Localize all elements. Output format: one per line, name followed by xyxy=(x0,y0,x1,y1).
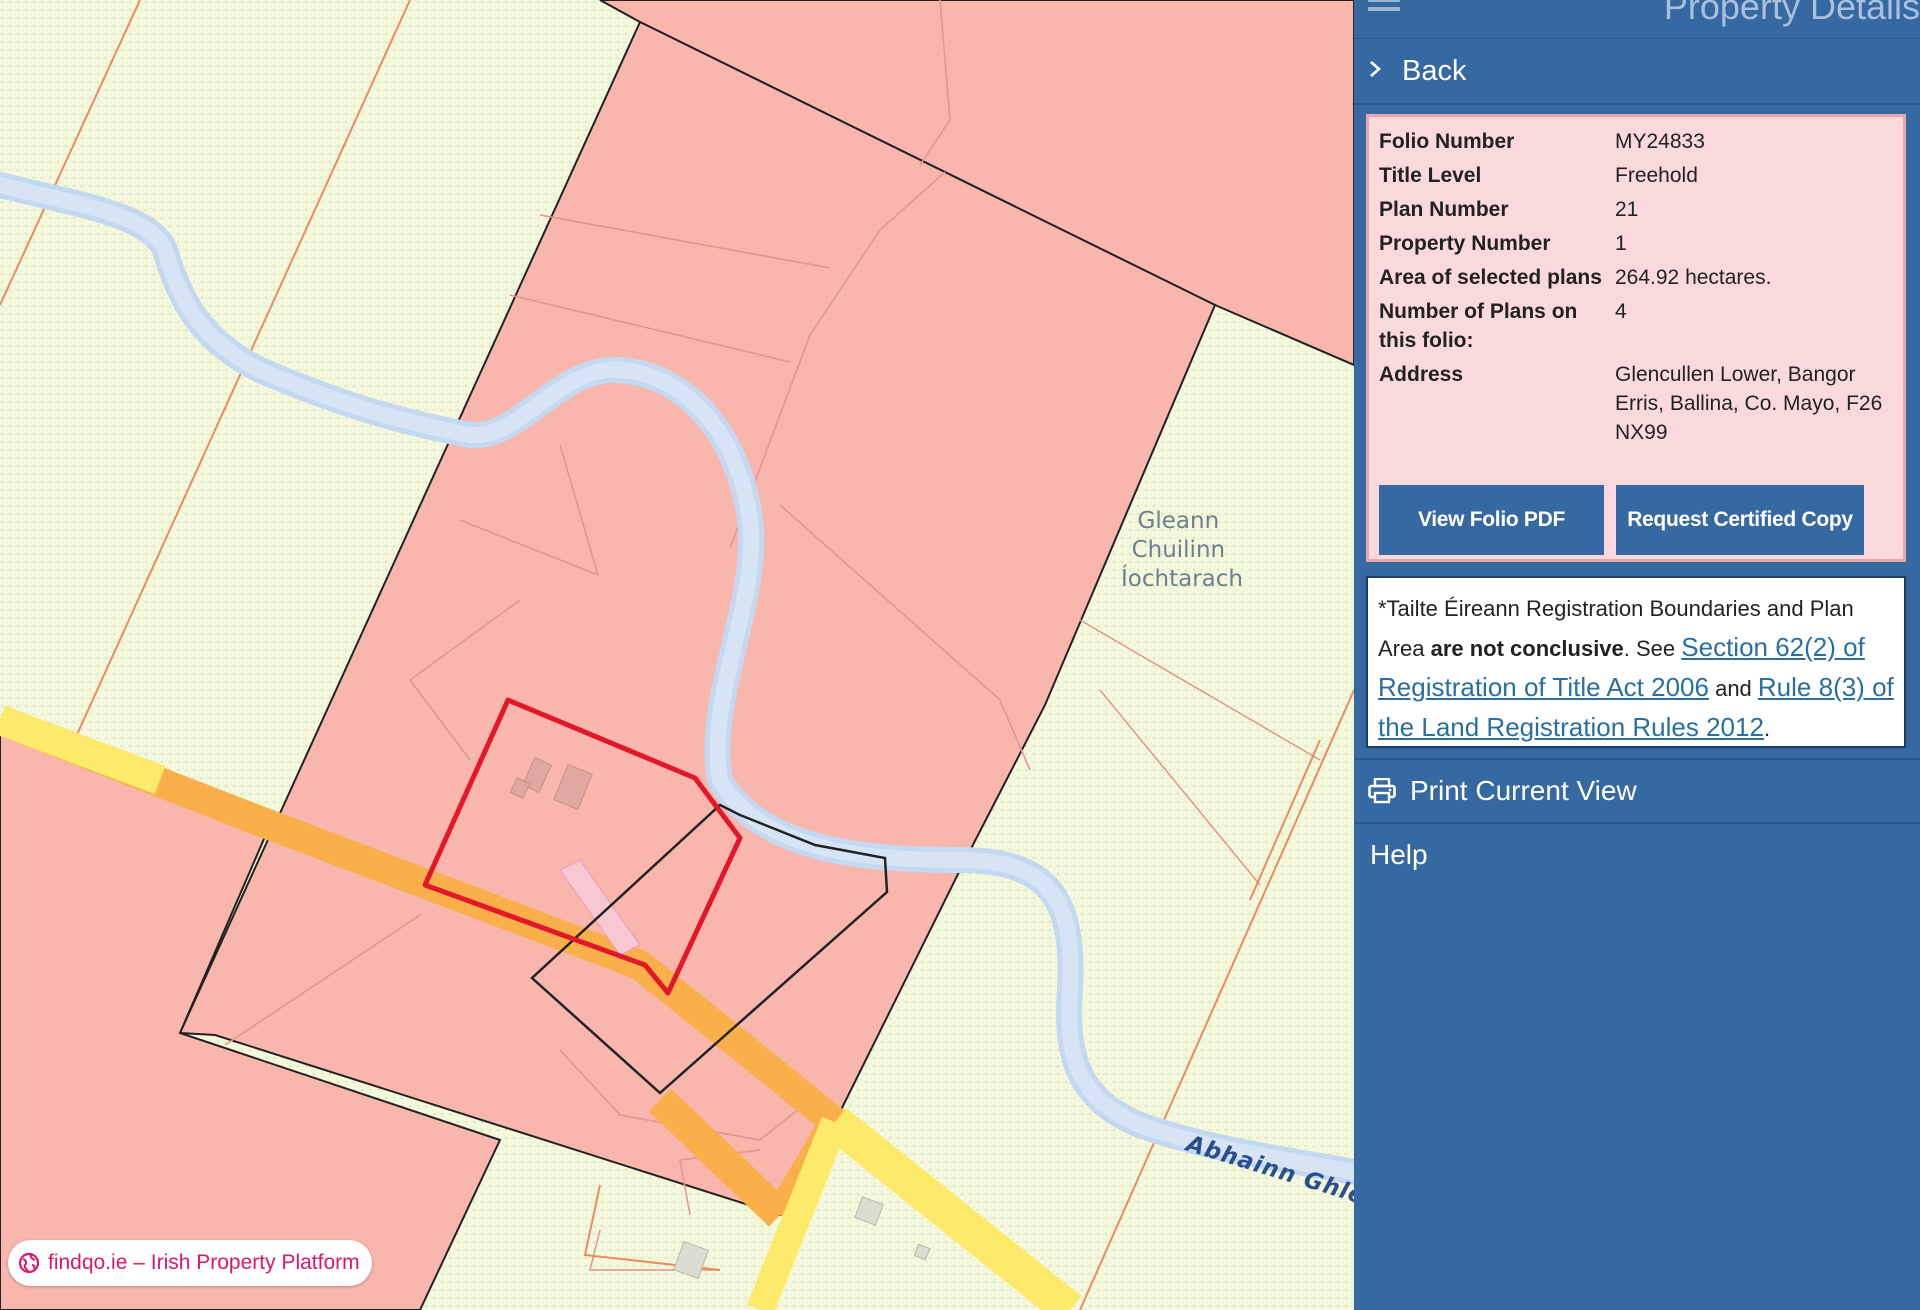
back-label: Back xyxy=(1402,54,1467,87)
map-canvas[interactable]: Gleann Chuilinn Íochtarach Abhainn Ghle xyxy=(0,0,1354,1310)
detail-plan-number: Plan Number 21 xyxy=(1379,195,1893,224)
detail-key: Address xyxy=(1379,363,1464,386)
detail-key: Title Level xyxy=(1379,164,1482,187)
detail-value: 264.92 hectares. xyxy=(1615,266,1772,289)
hamburger-menu-icon[interactable] xyxy=(1368,0,1400,20)
help-menu-item[interactable]: Help xyxy=(1354,822,1920,886)
detail-key: Number of Plans on this folio: xyxy=(1379,300,1578,352)
panel-topbar: Property Details xyxy=(1354,0,1920,39)
detail-area: Area of selected plans 264.92 hectares. xyxy=(1379,263,1893,292)
print-label: Print Current View xyxy=(1410,775,1637,806)
badge-text: findqo.ie – Irish Property Platform xyxy=(48,1251,360,1274)
detail-key: Folio Number xyxy=(1379,130,1515,153)
print-current-view-button[interactable]: Print Current View xyxy=(1354,758,1920,822)
panel-title: Property Details xyxy=(1663,0,1920,27)
detail-number-of-plans: Number of Plans on this folio: 4 xyxy=(1379,297,1893,355)
disclaimer-text: . xyxy=(1763,716,1771,741)
detail-value: 4 xyxy=(1615,300,1627,323)
disclaimer-text: and xyxy=(1708,676,1758,701)
detail-title-level: Title Level Freehold xyxy=(1379,161,1893,190)
back-button[interactable]: Back xyxy=(1354,39,1920,105)
disclaimer-emphasis: are not conclusive xyxy=(1430,636,1624,661)
map-view[interactable]: Gleann Chuilinn Íochtarach Abhainn Ghle xyxy=(0,0,1354,1310)
help-label: Help xyxy=(1370,839,1428,870)
request-certified-copy-button[interactable]: Request Certified Copy xyxy=(1616,485,1864,555)
disclaimer-text: . See xyxy=(1623,636,1682,661)
place-label: Gleann Chuilinn Íochtarach xyxy=(1121,508,1243,592)
detail-property-number: Property Number 1 xyxy=(1379,229,1893,258)
folio-actions: View Folio PDF Request Certified Copy xyxy=(1379,485,1864,555)
detail-value: Freehold xyxy=(1615,164,1698,187)
folio-details-box: Folio Number MY24833 Title Level Freehol… xyxy=(1366,114,1906,562)
detail-key: Area of selected plans xyxy=(1379,266,1602,289)
detail-value: MY24833 xyxy=(1615,130,1705,153)
view-folio-pdf-button[interactable]: View Folio PDF xyxy=(1379,485,1604,555)
detail-key: Plan Number xyxy=(1379,198,1509,221)
chevron-right-icon xyxy=(1368,56,1390,86)
detail-folio-number: Folio Number MY24833 xyxy=(1379,127,1893,156)
property-details-panel: Property Details Back Folio Number MY248… xyxy=(1354,0,1920,1310)
detail-value: 21 xyxy=(1615,198,1639,221)
detail-key: Property Number xyxy=(1379,232,1551,255)
findqo-badge[interactable]: findqo.ie – Irish Property Platform xyxy=(8,1240,372,1286)
detail-value: Glencullen Lower, Bangor Erris, Ballina,… xyxy=(1615,363,1883,444)
globe-icon xyxy=(18,1252,40,1274)
detail-value: 1 xyxy=(1615,232,1627,255)
printer-icon xyxy=(1368,778,1396,804)
disclaimer-box: *Tailte Éireann Registration Boundaries … xyxy=(1366,576,1906,748)
detail-address: Address Glencullen Lower, Bangor Erris, … xyxy=(1379,360,1893,447)
